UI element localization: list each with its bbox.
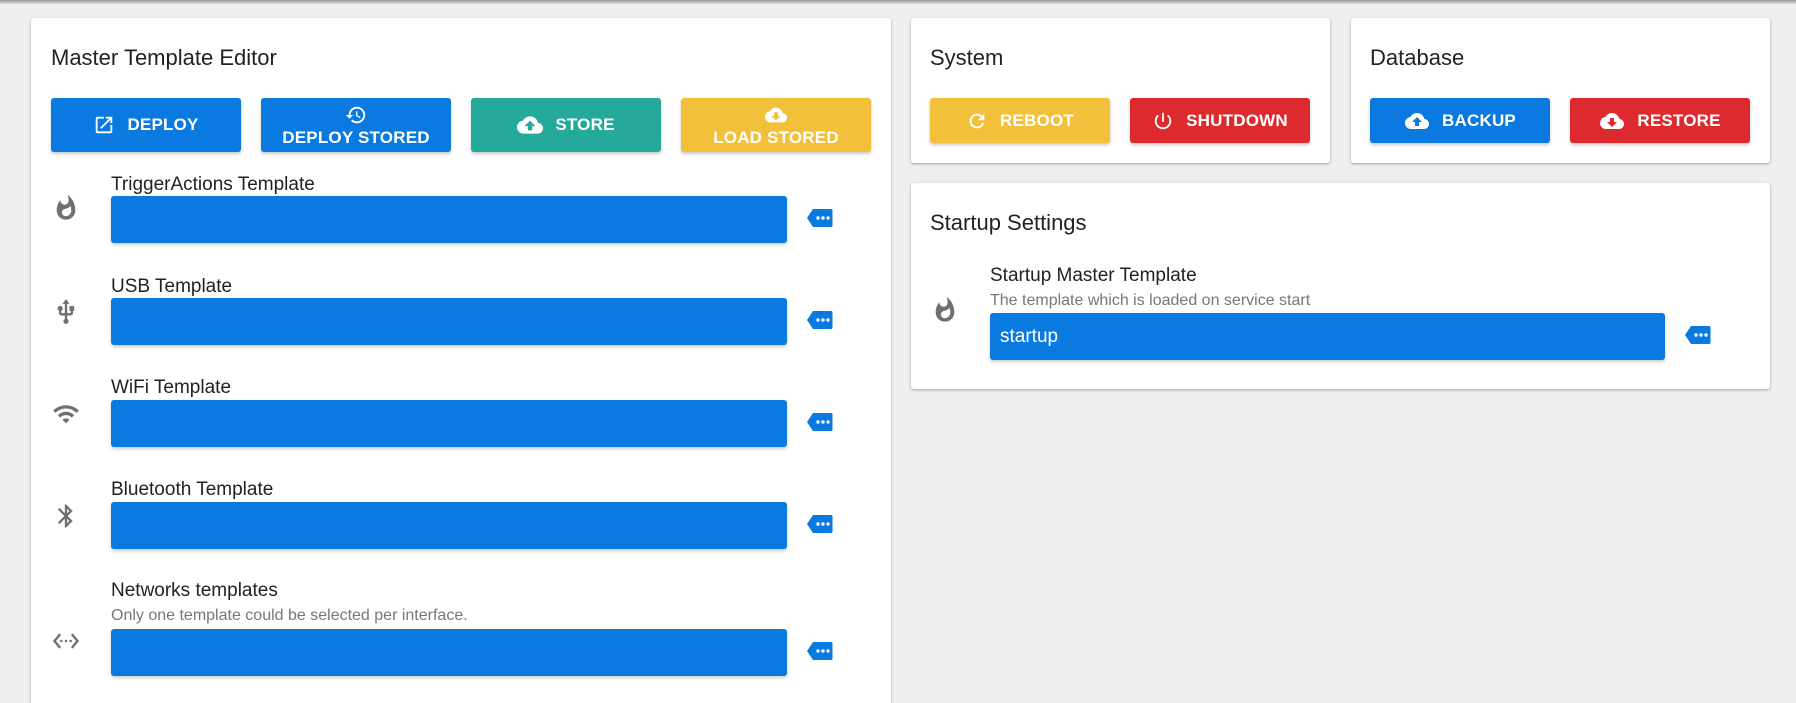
usb-more-button[interactable]: [807, 310, 833, 330]
database-card: Database BACKUP RESTORE: [1351, 18, 1770, 163]
deploy-stored-button[interactable]: DEPLOY STORED: [261, 98, 451, 152]
deploy-stored-label: DEPLOY STORED: [282, 128, 430, 147]
open-in-new-icon: [96, 116, 113, 134]
card-title: System: [930, 45, 1004, 70]
cloud-download-icon: [1600, 112, 1625, 129]
backup-label: BACKUP: [1442, 110, 1516, 130]
networks-template-field[interactable]: [111, 629, 787, 676]
startup-master-template-field[interactable]: startup: [990, 313, 1665, 360]
backup-button[interactable]: BACKUP: [1370, 98, 1550, 143]
more-tag-icon: [807, 209, 833, 227]
refresh-icon: [969, 113, 985, 128]
reboot-label: REBOOT: [1000, 110, 1074, 130]
store-button[interactable]: STORE: [471, 98, 661, 152]
trigger-actions-label: TriggerActions Template: [111, 174, 315, 195]
restore-button[interactable]: RESTORE: [1570, 98, 1750, 143]
deploy-label: DEPLOY: [127, 115, 199, 134]
master-template-editor-card: Master Template Editor DEPLOY DEPLOY STO…: [31, 18, 891, 703]
top-border: [0, 0, 1796, 4]
startup-settings-card: Startup Settings Startup Master Template…: [911, 183, 1770, 389]
more-tag-icon: [1685, 326, 1711, 344]
bluetooth-icon: [52, 502, 80, 530]
shutdown-button[interactable]: SHUTDOWN: [1130, 98, 1310, 143]
networks-more-button[interactable]: [807, 641, 833, 661]
more-tag-icon: [807, 413, 833, 431]
trigger-actions-template-field[interactable]: [111, 196, 787, 243]
cloud-upload-icon: [1405, 112, 1430, 129]
usb-icon: [52, 298, 80, 326]
wifi-icon: [52, 400, 80, 428]
reboot-button[interactable]: REBOOT: [930, 98, 1110, 143]
flame-icon: [52, 194, 80, 222]
bluetooth-template-field[interactable]: [111, 502, 787, 549]
load-stored-label: LOAD STORED: [713, 128, 839, 147]
wifi-template-field[interactable]: [111, 400, 787, 447]
bluetooth-template-label: Bluetooth Template: [111, 479, 274, 500]
usb-template-field[interactable]: [111, 298, 787, 345]
startup-more-button[interactable]: [1685, 325, 1711, 345]
startup-master-template-label: Startup Master Template: [990, 265, 1197, 286]
networks-templates-label: Networks templates: [111, 580, 278, 601]
card-title: Startup Settings: [930, 210, 1087, 235]
power-icon: [1154, 112, 1172, 129]
more-tag-icon: [807, 515, 833, 533]
load-stored-button[interactable]: LOAD STORED: [681, 98, 871, 152]
deploy-button[interactable]: DEPLOY: [51, 98, 241, 152]
system-card: System REBOOT SHUTDOWN: [911, 18, 1330, 163]
startup-master-template-hint: The template which is loaded on service …: [990, 292, 1311, 309]
card-title: Master Template Editor: [51, 45, 277, 70]
more-tag-icon: [807, 311, 833, 329]
more-tag-icon: [807, 642, 833, 660]
wifi-template-label: WiFi Template: [111, 377, 232, 398]
shutdown-label: SHUTDOWN: [1186, 110, 1288, 130]
store-label: STORE: [555, 115, 615, 134]
cloud-upload-icon: [517, 116, 544, 134]
networks-templates-hint: Only one template could be selected per …: [111, 607, 468, 624]
cloud-download-icon: [765, 107, 787, 123]
network-icon: [52, 627, 80, 655]
bluetooth-more-button[interactable]: [807, 514, 833, 534]
restore-icon: [345, 106, 366, 124]
card-title: Database: [1370, 45, 1465, 70]
trigger-actions-more-button[interactable]: [807, 208, 833, 228]
usb-template-label: USB Template: [111, 276, 233, 297]
wifi-more-button[interactable]: [807, 412, 833, 432]
restore-label: RESTORE: [1637, 110, 1721, 130]
flame-icon: [931, 296, 959, 324]
